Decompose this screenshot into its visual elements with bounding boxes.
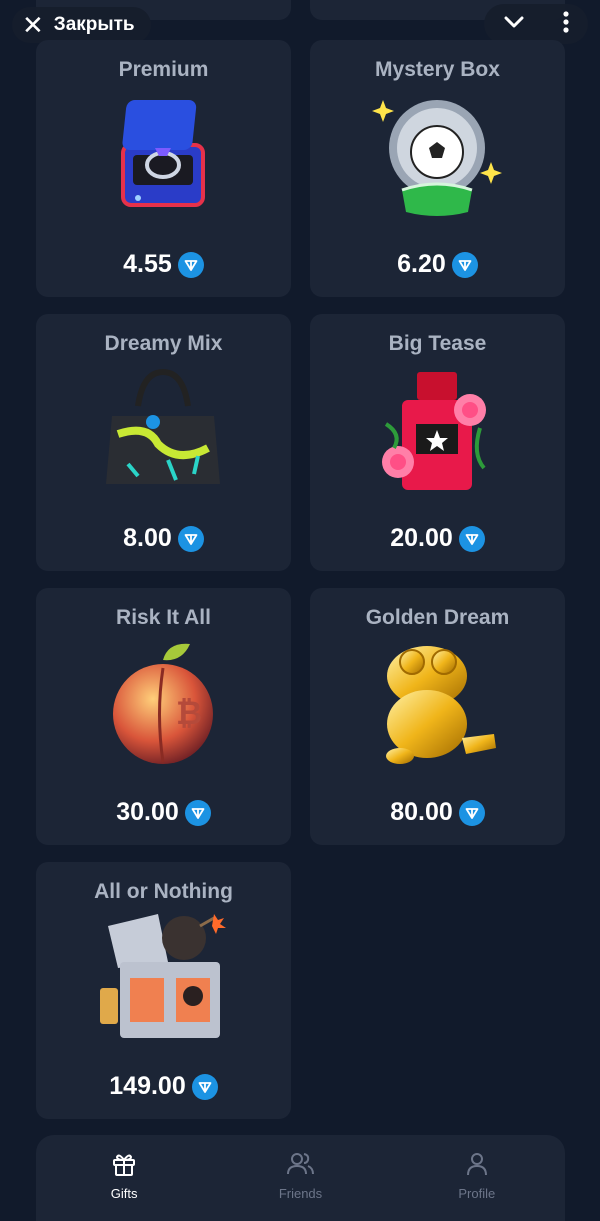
nav-item-gifts[interactable]: Gifts bbox=[36, 1135, 212, 1221]
ton-icon bbox=[191, 1073, 218, 1100]
gift-title: All or Nothing bbox=[94, 880, 233, 903]
close-icon: ✕ bbox=[22, 10, 44, 40]
handbag-icon bbox=[98, 364, 228, 494]
gift-card-premium[interactable]: Premium 4.55 bbox=[36, 40, 291, 297]
nav-item-friends[interactable]: Friends bbox=[212, 1135, 388, 1221]
gift-title: Golden Dream bbox=[365, 606, 510, 629]
gift-price: 4.55 bbox=[36, 250, 291, 279]
bomb-box-icon bbox=[98, 912, 228, 1042]
bottom-nav: Gifts Friends Profile bbox=[36, 1135, 565, 1221]
gift-price: 8.00 bbox=[36, 524, 291, 553]
snow-globe-ball-icon bbox=[372, 90, 502, 220]
gift-card-dreamy-mix[interactable]: Dreamy Mix 8.00 bbox=[36, 314, 291, 571]
gift-card-golden-dream[interactable]: Golden Dream 80.00 bbox=[310, 588, 565, 845]
svg-text:₿: ₿ bbox=[176, 694, 202, 732]
gift-price: 6.20 bbox=[310, 250, 565, 279]
gift-price: 30.00 bbox=[36, 798, 291, 827]
gift-title: Mystery Box bbox=[375, 58, 500, 81]
ton-icon bbox=[458, 525, 485, 552]
nav-label: Profile bbox=[458, 1186, 496, 1201]
ring-box-icon bbox=[98, 90, 228, 220]
nav-item-profile[interactable]: Profile bbox=[389, 1135, 565, 1221]
golden-frog-icon bbox=[372, 638, 502, 768]
gift-card-mystery-box[interactable]: Mystery Box 6.20 bbox=[310, 40, 565, 297]
more-vertical-icon[interactable] bbox=[561, 10, 571, 39]
ton-icon bbox=[177, 525, 204, 552]
gift-card-risk-it-all[interactable]: Risk It All ₿ 30.00 bbox=[36, 588, 291, 845]
gift-price: 149.00 bbox=[36, 1072, 291, 1101]
gift-title: Dreamy Mix bbox=[104, 332, 223, 355]
ton-icon bbox=[177, 251, 204, 278]
price-value: 149.00 bbox=[109, 1072, 186, 1100]
chevron-down-icon[interactable] bbox=[502, 10, 526, 39]
close-label: Закрыть bbox=[53, 14, 135, 35]
menu-pill bbox=[484, 4, 588, 44]
perfume-bottle-icon bbox=[372, 364, 502, 494]
price-value: 4.55 bbox=[123, 250, 172, 278]
price-value: 30.00 bbox=[116, 798, 179, 826]
price-value: 8.00 bbox=[123, 524, 172, 552]
gift-title: Premium bbox=[118, 58, 209, 81]
gift-icon bbox=[111, 1151, 137, 1180]
gift-title: Risk It All bbox=[116, 606, 211, 629]
gift-price: 20.00 bbox=[310, 524, 565, 553]
price-value: 80.00 bbox=[390, 798, 453, 826]
price-value: 6.20 bbox=[397, 250, 446, 278]
peach-bitcoin-icon: ₿ bbox=[98, 638, 228, 768]
gift-price: 80.00 bbox=[310, 798, 565, 827]
ton-icon bbox=[458, 799, 485, 826]
price-value: 20.00 bbox=[390, 524, 453, 552]
profile-icon bbox=[464, 1151, 490, 1180]
gift-title: Big Tease bbox=[388, 332, 487, 355]
nav-label: Friends bbox=[278, 1186, 323, 1201]
close-button[interactable]: ✕ Закрыть bbox=[12, 7, 151, 43]
friends-icon bbox=[286, 1151, 315, 1180]
gift-card-all-or-nothing[interactable]: All or Nothing 149.00 bbox=[36, 862, 291, 1119]
gift-card-big-tease[interactable]: Big Tease 20.00 bbox=[310, 314, 565, 571]
ton-icon bbox=[451, 251, 478, 278]
nav-label: Gifts bbox=[110, 1186, 138, 1201]
ton-icon bbox=[184, 799, 211, 826]
